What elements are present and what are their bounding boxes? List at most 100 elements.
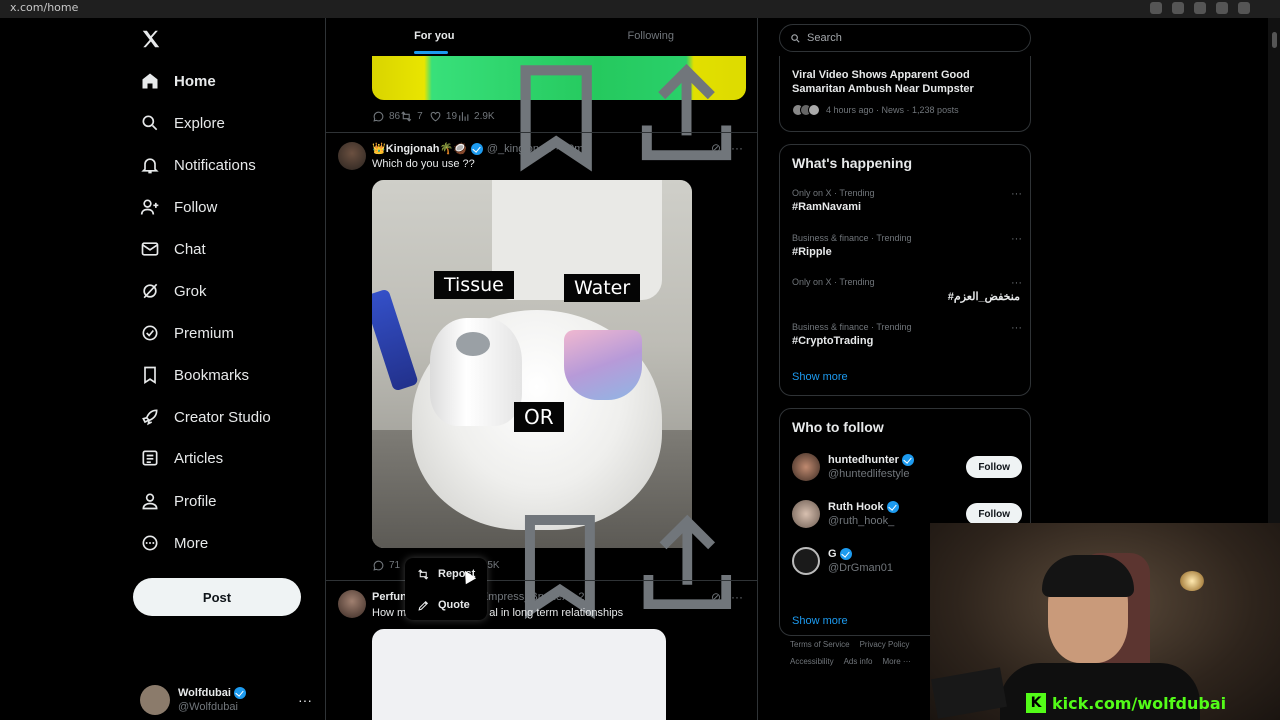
nav-creator-studio[interactable]: Creator Studio xyxy=(130,398,271,436)
grok-icon[interactable]: ⊘ xyxy=(711,590,721,604)
previous-tweet-actions: 86 7 19 2.9K xyxy=(372,64,746,172)
suggestion-handle: @DrGman01 xyxy=(828,562,893,574)
follow-button[interactable]: Follow xyxy=(966,456,1022,478)
views-button[interactable]: 2.9K xyxy=(457,110,495,123)
search-box[interactable] xyxy=(779,24,1031,52)
tweet-media-image[interactable]: Tissue Water OR xyxy=(372,180,692,548)
nav-explore-label: Explore xyxy=(174,114,225,132)
trends-show-more-link[interactable]: Show more xyxy=(792,371,848,383)
tweet-author-name[interactable]: Perfun xyxy=(372,591,407,603)
tweet-divider xyxy=(326,580,757,581)
heart-icon xyxy=(430,111,441,121)
tweet-tools: ⊘ ··· xyxy=(711,141,743,155)
account-switcher[interactable]: Wolfdubai @Wolfdubai ··· xyxy=(140,683,312,717)
more-dots-icon[interactable]: ··· xyxy=(1011,233,1022,245)
news-meta-text: 4 hours ago · News · 1,238 posts xyxy=(826,105,959,115)
nav-notifications[interactable]: Notifications xyxy=(130,146,256,184)
tweet-media-image[interactable] xyxy=(372,629,666,720)
more-dots-icon[interactable]: ··· xyxy=(1011,188,1022,200)
trend-item[interactable]: Business & finance · Trending #Ripple ··… xyxy=(792,233,1022,258)
trend-name: #Ripple xyxy=(792,246,832,258)
follow-button[interactable]: Follow xyxy=(966,503,1022,525)
tweet-author-avatar[interactable] xyxy=(338,590,366,618)
star-icon[interactable] xyxy=(1194,2,1206,14)
person-icon xyxy=(142,493,158,510)
share-icon[interactable] xyxy=(629,507,746,624)
trend-item[interactable]: Business & finance · Trending #CryptoTra… xyxy=(792,322,1022,347)
nav-more[interactable]: More xyxy=(130,524,208,562)
kick-logo-icon: K xyxy=(1026,693,1046,713)
cam-person-cap xyxy=(1042,555,1134,597)
nav-follow[interactable]: Follow xyxy=(130,188,217,226)
suggestion-avatar xyxy=(792,453,820,481)
suggestion-avatar xyxy=(792,500,820,528)
extension-icon[interactable] xyxy=(1150,2,1162,14)
nav-profile[interactable]: Profile xyxy=(130,482,217,520)
like-count: 19 xyxy=(445,110,458,122)
tweet-author-avatar[interactable] xyxy=(338,142,366,170)
trend-item[interactable]: Only on X · Trending #منخفض_العزم ··· xyxy=(792,277,1022,303)
x-logo-icon[interactable] xyxy=(140,28,162,50)
verified-icon xyxy=(839,548,852,560)
tab-following[interactable]: Following xyxy=(543,18,758,56)
follow-suggestion[interactable]: huntedhunter @huntedlifestyle Follow xyxy=(792,449,1022,485)
footer-ads-link[interactable]: Ads info xyxy=(844,657,873,666)
footer-terms-link[interactable]: Terms of Service xyxy=(790,640,850,649)
reply-button[interactable]: 71 xyxy=(372,559,400,572)
tweet-author-name[interactable]: 👑Kingjonah🌴🥥 xyxy=(372,142,467,155)
reply-button[interactable]: 86 xyxy=(372,110,400,123)
address-bar[interactable]: x.com/home xyxy=(10,1,78,14)
verified-icon xyxy=(233,687,246,699)
more-dots-icon[interactable]: ··· xyxy=(1011,277,1022,289)
nav-premium[interactable]: Premium xyxy=(130,314,234,352)
image-tissue-roll xyxy=(430,318,522,426)
profile-icon[interactable] xyxy=(1238,2,1250,14)
post-button[interactable]: Post xyxy=(133,578,301,616)
share-icon[interactable] xyxy=(627,56,746,175)
more-dots-icon[interactable]: ··· xyxy=(731,141,743,155)
tweet-author-handle[interactable]: Empress_Brymex xyxy=(481,591,568,603)
suggestion-name: Ruth Hook xyxy=(828,501,884,513)
nav-notifications-label: Notifications xyxy=(174,156,256,174)
extensions-puzzle-icon[interactable] xyxy=(1216,2,1228,14)
tab-for-you[interactable]: For you xyxy=(326,18,543,56)
tweet-author-handle[interactable]: @_kingjonah xyxy=(487,143,551,155)
nav-home[interactable]: Home xyxy=(130,62,216,100)
nav-articles[interactable]: Articles xyxy=(130,439,223,477)
footer-privacy-link[interactable]: Privacy Policy xyxy=(860,640,910,649)
news-avatars xyxy=(792,104,820,116)
incognito-icon[interactable] xyxy=(1172,2,1184,14)
like-button[interactable]: 19 xyxy=(429,110,457,123)
trend-item[interactable]: Only on X · Trending #RamNavami ··· xyxy=(792,188,1022,213)
tweet-timestamp[interactable]: · 50m xyxy=(555,143,583,155)
footer-more-link[interactable]: More ··· xyxy=(882,657,910,666)
webcam-overlay: K kick.com/wolfdubai xyxy=(930,523,1280,720)
reply-count: 86 xyxy=(389,110,401,122)
nav-grok[interactable]: Grok xyxy=(130,272,207,310)
search-input[interactable] xyxy=(807,32,1007,44)
quote-menu-item[interactable]: Quote xyxy=(405,590,487,620)
scrollbar-thumb[interactable] xyxy=(1272,32,1277,48)
nav-follow-label: Follow xyxy=(174,198,218,216)
nav-bookmarks[interactable]: Bookmarks xyxy=(130,356,249,394)
repost-menu-item[interactable]: Repost xyxy=(405,559,487,589)
verified-icon xyxy=(901,454,914,466)
account-display-name: Wolfdubai xyxy=(178,687,231,699)
repost-button[interactable]: 7 xyxy=(400,110,429,123)
nav-explore[interactable]: Explore xyxy=(130,104,225,142)
more-dots-icon[interactable]: ··· xyxy=(1011,322,1022,334)
news-title[interactable]: Viral Video Shows Apparent Good Samarita… xyxy=(792,68,1022,96)
bookmark-icon[interactable] xyxy=(495,55,617,177)
footer-accessibility-link[interactable]: Accessibility xyxy=(790,657,834,666)
grok-icon[interactable]: ⊘ xyxy=(711,141,721,155)
pencil-icon xyxy=(418,600,429,611)
search-icon xyxy=(142,115,158,131)
follow-show-more-link[interactable]: Show more xyxy=(792,615,848,627)
news-card[interactable]: Viral Video Shows Apparent Good Samarita… xyxy=(779,56,1031,132)
nav-chat[interactable]: Chat xyxy=(130,230,206,268)
trend-context: Business & finance · Trending xyxy=(792,233,912,243)
news-meta: 4 hours ago · News · 1,238 posts xyxy=(792,104,959,116)
tweet-timestamp[interactable]: · 2h xyxy=(572,591,591,603)
repost-menu: Repost Quote xyxy=(405,558,487,620)
more-dots-icon[interactable]: ··· xyxy=(731,590,743,604)
